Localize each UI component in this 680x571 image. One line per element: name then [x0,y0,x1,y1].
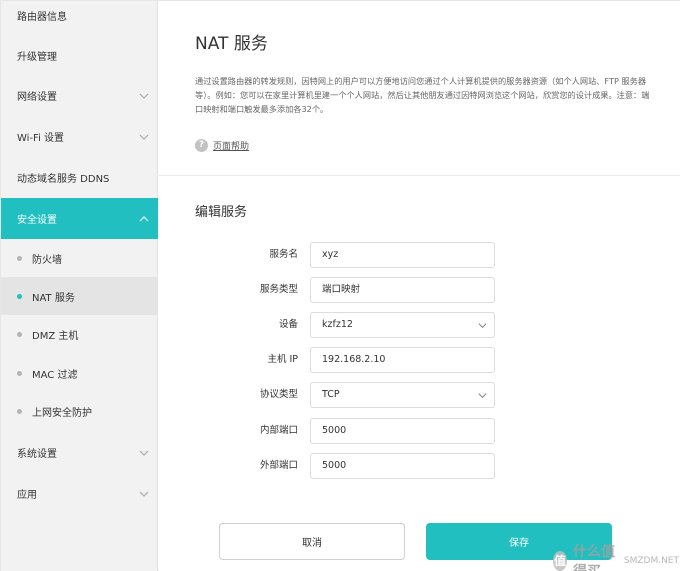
device-select[interactable]: kzfz12 [310,312,495,338]
sidebar-item-internet-protection[interactable]: 上网安全防护 [1,392,158,431]
host-ip-value: 192.168.2.10 [322,354,386,365]
bullet-dot-icon [17,293,22,299]
sidebar-item-label: MAC 过滤 [32,369,78,381]
service-type-label: 服务类型 [259,284,298,295]
chevron-down-icon [478,323,487,329]
sidebar-item-dmz[interactable]: DMZ 主机 [1,315,158,354]
protocol-label: 协议类型 [259,389,298,400]
bullet-dot-icon [17,255,22,261]
sidebar-item-system[interactable]: 系统设置 [1,432,158,473]
section-title: 编辑服务 [195,205,248,220]
bullet-dot-icon [17,332,22,337]
sidebar-item-label: 应用 [17,490,37,501]
service-name-value: xyz [322,249,339,260]
sidebar-item-label: 安全设置 [17,215,57,226]
internal-port-input[interactable]: 5000 [310,418,495,444]
router-admin-window: 路由器信息 升级管理 网络设置 Wi-Fi 设置 动态域名服务 DDNS 安全设… [0,0,680,571]
cancel-button[interactable]: 取消 [219,523,405,560]
sidebar-item-label: DMZ 主机 [32,331,79,342]
service-name-label: 服务名 [269,249,298,260]
service-name-input[interactable]: xyz [310,242,495,268]
sidebar-item-router-info[interactable]: 路由器信息 [1,1,158,29]
help-link-label: 页面帮助 [213,142,250,152]
watermark-text: 什么值得买 [572,544,615,571]
page-title: NAT 服务 [195,34,268,54]
form-row-service-type: 服务类型 端口映射 [159,277,680,303]
chevron-down-icon [139,491,149,497]
sidebar-item-label: 升级管理 [17,51,57,63]
protocol-value: TCP [322,389,340,400]
form-row-device: 设备 kzfz12 [159,312,680,338]
sidebar-item-label: 防火墙 [32,254,62,266]
external-port-value: 5000 [322,460,347,471]
form-row-external-port: 外部端口 5000 [159,453,680,479]
external-port-input[interactable]: 5000 [310,453,495,479]
bullet-dot-icon [17,370,22,376]
internal-port-value: 5000 [322,425,347,436]
chevron-up-icon [139,215,149,221]
sidebar-item-label: 路由器信息 [17,11,67,23]
sidebar-item-label: 网络设置 [17,92,57,103]
device-value: kzfz12 [322,319,353,330]
main-content: NAT 服务 通过设置路由器的转发规则，因特网上的用户可以方便地访问您通过个人计… [159,1,680,571]
sidebar-item-upgrade[interactable]: 升级管理 [1,35,158,75]
host-ip-label: 主机 IP [267,354,298,365]
protocol-select[interactable]: TCP [310,382,495,408]
form-row-internal-port: 内部端口 5000 [159,418,680,444]
watermark: 值 什么值得买 SMZDM.NET [553,541,679,571]
host-ip-input[interactable]: 192.168.2.10 [310,347,495,373]
section-divider [159,175,680,176]
sidebar-item-network[interactable]: 网络设置 [1,75,158,116]
watermark-sub: SMZDM.NET [623,556,679,566]
internal-port-label: 内部端口 [259,425,298,436]
sidebar-item-mac-filter[interactable]: MAC 过滤 [1,354,158,392]
sidebar-item-label: 系统设置 [17,449,57,460]
chevron-down-icon [139,450,149,456]
device-label: 设备 [278,319,298,330]
help-icon: ? [195,139,208,152]
sidebar-item-apps[interactable]: 应用 [1,473,158,514]
sidebar-item-ddns[interactable]: 动态域名服务 DDNS [1,157,158,198]
chevron-down-icon [139,93,149,99]
sidebar-item-label: Wi-Fi 设置 [17,133,65,144]
page-description: 通过设置路由器的转发规则，因特网上的用户可以方便地访问您通过个人计算机提供的服务… [195,76,650,114]
watermark-badge: 值 [553,551,567,571]
sidebar-item-security[interactable]: 安全设置 [1,198,158,239]
form-row-service-name: 服务名 xyz [159,242,680,268]
form-row-protocol: 协议类型 TCP [159,382,680,408]
form-row-host-ip: 主机 IP 192.168.2.10 [159,347,680,373]
chevron-down-icon [139,134,149,140]
sidebar-item-label: 上网安全防护 [32,408,92,419]
sidebar-item-label: NAT 服务 [32,292,75,304]
bullet-dot-icon [17,409,22,414]
sidebar: 路由器信息 升级管理 网络设置 Wi-Fi 设置 动态域名服务 DDNS 安全设… [1,1,158,571]
sidebar-item-label: 动态域名服务 DDNS [17,174,110,185]
service-type-field[interactable]: 端口映射 [310,277,495,303]
sidebar-item-nat[interactable]: NAT 服务 [1,277,158,315]
external-port-label: 外部端口 [259,460,298,471]
service-type-value: 端口映射 [322,284,361,295]
help-link[interactable]: ? 页面帮助 [195,139,249,152]
chevron-down-icon [478,393,487,399]
sidebar-item-wifi[interactable]: Wi-Fi 设置 [1,116,158,157]
sidebar-item-firewall[interactable]: 防火墙 [1,239,158,277]
